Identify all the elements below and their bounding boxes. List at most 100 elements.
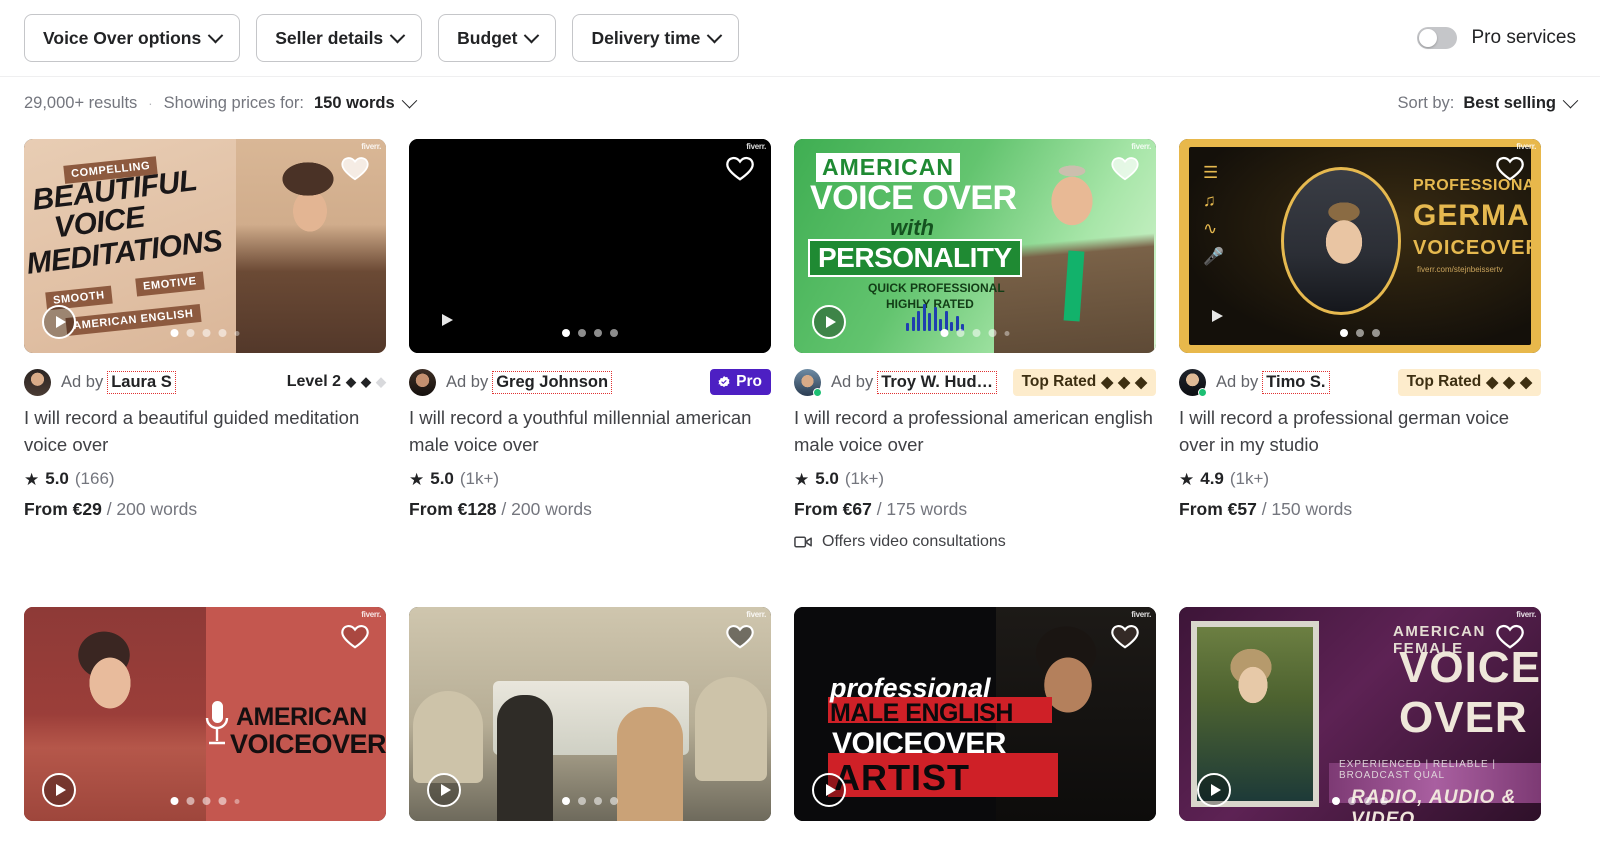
gig-thumbnail[interactable]: COMPELLING BEAUTIFUL VOICE MEDITATIONS S… xyxy=(24,139,386,353)
seller-name-link[interactable]: Laura S xyxy=(107,370,176,394)
play-button[interactable] xyxy=(1205,305,1227,327)
filter-delivery-time[interactable]: Delivery time xyxy=(572,14,740,62)
gig-thumbnail[interactable]: ☰ ♫ ∿ 🎤 PROFESSIONAL GERMAN VOICEOVER fi… xyxy=(1179,139,1541,353)
carousel-dot[interactable] xyxy=(1364,797,1372,805)
favorite-heart-icon[interactable] xyxy=(725,153,755,183)
favorite-heart-icon[interactable] xyxy=(1495,153,1525,183)
gig-thumbnail[interactable]: AMERICAN VOICE OVER with PERSONALITY QUI… xyxy=(794,139,1156,353)
results-count: 29,000+ results xyxy=(24,93,138,112)
carousel-dot[interactable] xyxy=(170,329,179,337)
play-button[interactable] xyxy=(812,305,846,339)
carousel-dot[interactable] xyxy=(186,797,195,805)
seller-name-link[interactable]: Greg Johnson xyxy=(492,370,613,394)
play-button[interactable] xyxy=(42,773,76,807)
seller-name-link[interactable]: Timo S. xyxy=(1262,370,1330,394)
carousel-dot[interactable] xyxy=(578,329,586,337)
gig-thumbnail[interactable]: professional MALE ENGLISH VOICEOVER ARTI… xyxy=(794,607,1156,821)
play-button[interactable] xyxy=(435,309,457,331)
carousel-dot[interactable] xyxy=(1348,797,1356,805)
pro-services-toggle[interactable]: Pro services xyxy=(1417,27,1576,49)
gig-thumbnail[interactable]: AMERICAN FEMALE VOICE OVER EXPERIENCED |… xyxy=(1179,607,1541,821)
carousel-dot[interactable] xyxy=(562,329,570,337)
carousel-dot[interactable] xyxy=(578,797,586,805)
carousel-dot[interactable] xyxy=(988,329,997,337)
favorite-heart-icon[interactable] xyxy=(1110,153,1140,183)
avatar-image xyxy=(24,368,51,396)
star-icon: ★ xyxy=(1179,469,1195,489)
gig-thumbnail[interactable]: AMERICAN VOICEOVER fiverr. xyxy=(24,607,386,821)
avatar[interactable] xyxy=(794,368,822,397)
microphone-icon xyxy=(205,701,229,745)
thumb-text: fiverr.com/stejnbeissertv xyxy=(1417,265,1503,274)
rating-value: 5.0 xyxy=(45,469,69,488)
carousel-dot[interactable] xyxy=(1332,797,1340,805)
diamond-icon: ◆ xyxy=(1118,373,1131,391)
play-button[interactable] xyxy=(812,773,846,807)
filter-voice-over-options[interactable]: Voice Over options xyxy=(24,14,241,62)
carousel-dot[interactable] xyxy=(1372,329,1380,337)
avatar[interactable] xyxy=(1179,368,1207,397)
carousel-dot[interactable] xyxy=(186,329,195,337)
carousel-dots[interactable] xyxy=(170,797,240,805)
carousel-dot[interactable] xyxy=(956,329,965,337)
play-icon xyxy=(1212,310,1223,322)
carousel-dots[interactable] xyxy=(1332,797,1388,805)
rating-row: ★ 5.0 (1k+) xyxy=(794,469,1156,489)
favorite-heart-icon[interactable] xyxy=(1495,621,1525,651)
avatar[interactable] xyxy=(24,368,51,396)
carousel-dot[interactable] xyxy=(610,797,618,805)
seller-name-link[interactable]: Troy W. Hud… xyxy=(877,370,998,394)
carousel-dot[interactable] xyxy=(1356,329,1364,337)
rating-value: 5.0 xyxy=(430,469,454,488)
favorite-heart-icon[interactable] xyxy=(340,621,370,651)
price-row: From €128 / 200 words xyxy=(409,499,771,520)
favorite-heart-icon[interactable] xyxy=(1110,621,1140,651)
carousel-dot[interactable] xyxy=(202,329,211,337)
carousel-dot[interactable] xyxy=(594,797,602,805)
words-select[interactable]: 150 words xyxy=(314,92,417,113)
play-button[interactable] xyxy=(1197,773,1231,807)
carousel-dot[interactable] xyxy=(1004,330,1010,336)
carousel-dot[interactable] xyxy=(170,797,179,805)
carousel-dot[interactable] xyxy=(234,330,240,336)
carousel-dot[interactable] xyxy=(202,797,211,805)
sliders-icon: ☰ xyxy=(1203,163,1219,182)
sort-select[interactable]: Best selling xyxy=(1463,92,1579,113)
thumb-text: EXPERIENCED | RELIABLE | BROADCAST QUAL xyxy=(1339,759,1497,781)
carousel-dot[interactable] xyxy=(972,329,981,337)
gig-title[interactable]: I will record a professional german voic… xyxy=(1179,404,1541,458)
carousel-dot[interactable] xyxy=(218,329,227,337)
thumb-text: AMERICAN xyxy=(236,703,367,731)
filter-seller-details[interactable]: Seller details xyxy=(256,14,423,62)
toggle-track[interactable] xyxy=(1417,27,1458,49)
rating-row: ★ 5.0 (1k+) xyxy=(409,469,771,489)
gig-title[interactable]: I will record a beautiful guided meditat… xyxy=(24,404,386,458)
play-button[interactable] xyxy=(427,773,461,807)
play-button[interactable] xyxy=(42,305,76,339)
carousel-dot[interactable] xyxy=(1380,797,1388,805)
carousel-dot[interactable] xyxy=(610,329,618,337)
carousel-dots[interactable] xyxy=(562,797,618,805)
carousel-dots[interactable] xyxy=(562,329,618,337)
carousel-dot[interactable] xyxy=(218,797,227,805)
carousel-dots[interactable] xyxy=(1340,329,1380,337)
carousel-dot[interactable] xyxy=(562,797,570,805)
carousel-dots[interactable] xyxy=(170,329,240,337)
carousel-dot[interactable] xyxy=(1340,329,1348,337)
carousel-dots[interactable] xyxy=(940,329,1010,337)
avatar[interactable] xyxy=(409,368,436,396)
thumb-text: QUICK xyxy=(868,281,907,295)
carousel-dot[interactable] xyxy=(234,798,240,804)
favorite-heart-icon[interactable] xyxy=(725,621,755,651)
carousel-dot[interactable] xyxy=(594,329,602,337)
gig-title[interactable]: I will record a youthful millennial amer… xyxy=(409,404,771,458)
gig-title[interactable]: I will record a professional american en… xyxy=(794,404,1156,458)
gig-thumbnail[interactable]: fiverr. xyxy=(409,607,771,821)
ad-by-label: Ad by xyxy=(61,372,104,391)
filter-budget[interactable]: Budget xyxy=(438,14,557,62)
price-row: From €67 / 175 words xyxy=(794,499,1156,520)
favorite-heart-icon[interactable] xyxy=(340,153,370,183)
gig-thumbnail[interactable]: fiverr. xyxy=(409,139,771,353)
fiverr-watermark: fiverr. xyxy=(1131,142,1151,151)
carousel-dot[interactable] xyxy=(940,329,949,337)
